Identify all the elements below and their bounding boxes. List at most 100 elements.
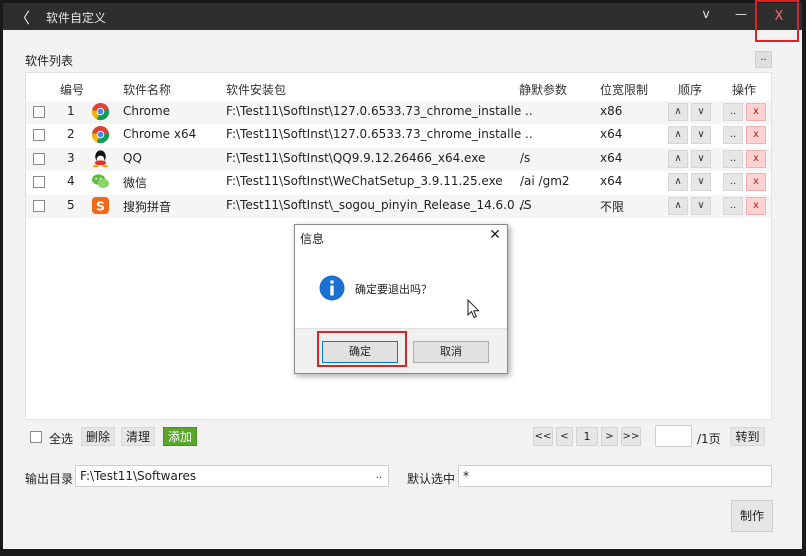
header-order: 顺序 bbox=[678, 83, 703, 97]
list-more-button[interactable]: .. bbox=[755, 51, 772, 68]
move-up-button[interactable]: ∧ bbox=[668, 126, 688, 145]
move-up-button[interactable]: ∧ bbox=[668, 149, 688, 168]
edit-button[interactable]: .. bbox=[723, 149, 743, 168]
move-up-button[interactable]: ∧ bbox=[668, 196, 688, 215]
ok-button[interactable]: 确定 bbox=[322, 341, 398, 363]
close-button[interactable]: X bbox=[763, 6, 795, 28]
table-row[interactable]: 2 Chrome x64 F:\Test11\SoftInst\127.0.6533… bbox=[26, 124, 771, 147]
header-ops: 操作 bbox=[732, 83, 757, 97]
default-selected-input[interactable]: * bbox=[458, 465, 772, 487]
row-name: QQ bbox=[123, 150, 142, 165]
row-package: F:\Test11\SoftInst\QQ9.9.12.26466_x64.ex… bbox=[226, 150, 486, 165]
output-dir-value: F:\Test11\Softwares bbox=[80, 469, 197, 483]
row-arch: x64 bbox=[600, 174, 623, 189]
first-page-button[interactable]: << bbox=[533, 427, 553, 446]
row-silent-args: /S bbox=[520, 197, 532, 212]
move-down-button[interactable]: ∨ bbox=[691, 173, 711, 192]
row-package: F:\Test11\SoftInst\_sogou_pinyin_Release… bbox=[226, 197, 527, 212]
row-name: 微信 bbox=[123, 176, 148, 191]
row-arch: x64 bbox=[600, 150, 623, 165]
back-icon[interactable]: 〈 bbox=[15, 7, 30, 28]
clear-button[interactable]: 清理 bbox=[121, 427, 156, 446]
row-checkbox[interactable] bbox=[33, 199, 45, 212]
move-down-button[interactable]: ∨ bbox=[691, 196, 711, 215]
default-selected-value: * bbox=[463, 469, 469, 483]
row-name: Chrome bbox=[123, 104, 171, 118]
info-icon bbox=[319, 275, 345, 301]
delete-row-button[interactable]: x bbox=[746, 149, 766, 168]
row-checkbox[interactable] bbox=[33, 106, 45, 118]
prev-page-button[interactable]: < bbox=[556, 427, 573, 446]
move-down-button[interactable]: ∨ bbox=[691, 149, 711, 168]
row-name: 搜狗拼音 bbox=[123, 199, 172, 214]
row-number: 5 bbox=[67, 197, 75, 212]
mouse-cursor-icon bbox=[467, 299, 480, 319]
edit-button[interactable]: .. bbox=[723, 173, 743, 192]
add-button[interactable]: 添加 bbox=[163, 427, 198, 446]
edit-button[interactable]: .. bbox=[723, 196, 743, 215]
page-input[interactable] bbox=[655, 425, 692, 447]
select-all-checkbox[interactable] bbox=[30, 431, 42, 443]
move-up-button[interactable]: ∧ bbox=[668, 173, 688, 192]
wechat-icon bbox=[91, 172, 110, 191]
edit-button[interactable]: .. bbox=[723, 103, 743, 121]
dialog-button-bar: 确定 取消 bbox=[295, 328, 507, 373]
last-page-button[interactable]: >> bbox=[621, 427, 641, 446]
svg-text:S: S bbox=[96, 199, 105, 213]
table-row[interactable]: 3 QQ F:\Test11\SoftInst\QQ9.9.12.26466_x64… bbox=[26, 147, 771, 171]
move-down-button[interactable]: ∨ bbox=[691, 126, 711, 145]
move-up-button[interactable]: ∧ bbox=[668, 103, 688, 121]
output-dir-label: 输出目录 bbox=[25, 472, 74, 486]
minimize-button[interactable]: — bbox=[726, 7, 756, 21]
dialog-message: 确定要退出吗？ bbox=[355, 283, 432, 296]
row-number: 2 bbox=[67, 127, 75, 142]
delete-row-button[interactable]: x bbox=[746, 173, 766, 192]
row-number: 3 bbox=[67, 150, 75, 165]
delete-row-button[interactable]: x bbox=[746, 196, 766, 215]
chrome-icon bbox=[91, 102, 110, 121]
select-all-label: 全选 bbox=[49, 432, 74, 446]
output-dir-input[interactable]: F:\Test11\Softwares .. bbox=[75, 465, 389, 487]
row-arch: x64 bbox=[600, 127, 623, 142]
collapse-button[interactable]: v bbox=[691, 7, 721, 21]
row-package: F:\Test11\SoftInst\WeChatSetup_3.9.11.25… bbox=[226, 174, 503, 189]
header-silent: 静默参数 bbox=[519, 83, 568, 97]
row-arch: 不限 bbox=[600, 199, 625, 214]
row-checkbox[interactable] bbox=[33, 129, 45, 142]
row-checkbox[interactable] bbox=[33, 152, 45, 165]
qq-icon bbox=[91, 149, 110, 168]
page-total: /1页 bbox=[697, 432, 721, 446]
sogou-icon: S bbox=[91, 196, 110, 215]
table-footer: 全选 删除 清理 添加 << < 1 > >> /1页 转到 bbox=[27, 425, 772, 447]
row-silent-args: /ai /gm2 bbox=[520, 174, 570, 189]
next-page-button[interactable]: > bbox=[601, 427, 618, 446]
title-bar: 〈 软件自定义 v — X bbox=[3, 3, 802, 30]
delete-button[interactable]: 删除 bbox=[81, 427, 116, 446]
table-row[interactable]: 1 Chrome F:\Test11\SoftInst\127.0.6533.73_… bbox=[26, 101, 771, 124]
delete-row-button[interactable]: x bbox=[746, 103, 766, 121]
cancel-button[interactable]: 取消 bbox=[413, 341, 489, 363]
page-number[interactable]: 1 bbox=[576, 427, 598, 446]
row-checkbox[interactable] bbox=[33, 176, 45, 189]
edit-button[interactable]: .. bbox=[723, 126, 743, 145]
header-arch: 位宽限制 bbox=[600, 83, 649, 97]
table-row[interactable]: 4 微信 F:\Test11\SoftInst\WeChatSetup_3.9.11… bbox=[26, 171, 771, 194]
row-number: 4 bbox=[67, 174, 75, 189]
default-selected-label: 默认选中 bbox=[407, 472, 456, 486]
header-package: 软件安装包 bbox=[226, 83, 287, 97]
row-silent-args: /s bbox=[520, 150, 531, 165]
move-down-button[interactable]: ∨ bbox=[691, 103, 711, 121]
row-package: F:\Test11\SoftInst\127.0.6533.73_chrome_… bbox=[226, 127, 533, 142]
dialog-close-icon[interactable]: ✕ bbox=[487, 227, 503, 243]
chrome-icon bbox=[91, 125, 110, 144]
row-arch: x86 bbox=[600, 104, 623, 118]
header-no: 编号 bbox=[60, 83, 85, 97]
row-name: Chrome x64 bbox=[123, 127, 197, 142]
table-row[interactable]: 5 S 搜狗拼音 F:\Test11\SoftInst\_sogou_pinyin_R… bbox=[26, 194, 771, 218]
header-name: 软件名称 bbox=[123, 83, 172, 97]
delete-row-button[interactable]: x bbox=[746, 126, 766, 145]
make-button[interactable]: 制作 bbox=[731, 500, 773, 532]
browse-button[interactable]: .. bbox=[376, 466, 382, 486]
row-package: F:\Test11\SoftInst\127.0.6533.73_chrome_… bbox=[226, 104, 533, 118]
goto-button[interactable]: 转到 bbox=[730, 427, 765, 446]
